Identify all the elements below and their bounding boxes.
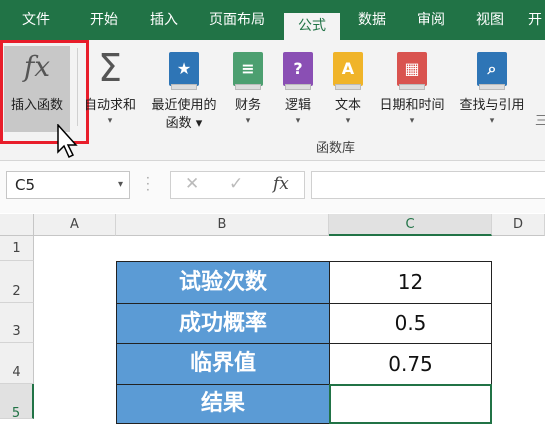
chevron-down-icon: ▾ bbox=[409, 116, 415, 126]
value-cell-trials[interactable]: 12 bbox=[329, 261, 492, 304]
logical-button[interactable]: ? 逻辑 ▾ bbox=[278, 46, 318, 126]
tab-formulas[interactable]: 公式 bbox=[284, 13, 340, 40]
formula-controls: ✕ ✓ fx bbox=[170, 171, 305, 199]
mouse-cursor-icon bbox=[57, 124, 78, 159]
coins-book-icon: ≡ bbox=[233, 52, 263, 90]
ribbon-tab-bar: 文件 开始 插入 页面布局 公式 数据 审阅 视图 开 bbox=[0, 0, 545, 40]
chevron-down-icon: ▾ bbox=[245, 116, 251, 126]
text-label: 文本 bbox=[334, 98, 361, 113]
function-library-group-label: 函数库 bbox=[316, 141, 356, 156]
question-book-icon: ? bbox=[283, 52, 313, 90]
tab-insert[interactable]: 插入 bbox=[134, 0, 194, 40]
tab-review[interactable]: 审阅 bbox=[403, 0, 459, 40]
label-cell-trials[interactable]: 试验次数 bbox=[116, 261, 330, 304]
row-header-4[interactable]: 4 bbox=[0, 343, 34, 384]
autosum-label: 自动求和 bbox=[83, 98, 136, 113]
autosum-button[interactable]: Σ 自动求和 ▾ bbox=[80, 46, 140, 126]
select-all-corner[interactable] bbox=[0, 214, 34, 236]
label-cell-criterion[interactable]: 临界值 bbox=[116, 343, 330, 385]
enter-icon[interactable]: ✓ bbox=[229, 174, 243, 194]
recent-label-1: 最近使用的 bbox=[151, 98, 217, 113]
ribbon-overflow-mark: 三 bbox=[535, 114, 545, 129]
row-header-1[interactable]: 1 bbox=[0, 236, 34, 261]
label-cell-probability[interactable]: 成功概率 bbox=[116, 303, 330, 344]
datetime-label: 日期和时间 bbox=[379, 98, 445, 113]
logical-label: 逻辑 bbox=[284, 98, 311, 113]
tab-view[interactable]: 视图 bbox=[462, 0, 518, 40]
value-cell-probability[interactable]: 0.5 bbox=[329, 303, 492, 344]
name-box[interactable]: C5 ▾ bbox=[6, 171, 130, 199]
financial-button[interactable]: ≡ 财务 ▾ bbox=[228, 46, 268, 126]
column-header-d[interactable]: D bbox=[492, 214, 545, 236]
magnifier-book-icon: ⌕ bbox=[477, 52, 507, 90]
chevron-down-icon[interactable]: ▾ bbox=[118, 172, 123, 198]
formula-bar: C5 ▾ · · · ✕ ✓ fx bbox=[0, 161, 545, 213]
tab-home[interactable]: 开始 bbox=[74, 0, 134, 40]
chevron-down-icon: ▾ bbox=[489, 116, 495, 126]
recently-used-button[interactable]: ★ 最近使用的 函数 ▾ bbox=[144, 46, 224, 131]
insert-function-icon[interactable]: fx bbox=[273, 174, 289, 194]
tab-page-layout[interactable]: 页面布局 bbox=[196, 0, 278, 40]
financial-label: 财务 bbox=[234, 98, 261, 113]
text-button[interactable]: A 文本 ▾ bbox=[328, 46, 368, 126]
chevron-down-icon: ▾ bbox=[107, 116, 113, 126]
value-cell-criterion[interactable]: 0.75 bbox=[329, 343, 492, 385]
row-header-5[interactable]: 5 bbox=[0, 384, 34, 421]
column-header-a[interactable]: A bbox=[34, 214, 116, 236]
column-header-b[interactable]: B bbox=[116, 214, 329, 236]
calendar-book-icon: ▦ bbox=[397, 52, 427, 90]
value-cell-result[interactable] bbox=[329, 384, 492, 424]
datetime-button[interactable]: ▦ 日期和时间 ▾ bbox=[372, 46, 452, 126]
tab-data[interactable]: 数据 bbox=[344, 0, 400, 40]
formula-input[interactable] bbox=[311, 171, 545, 199]
ribbon-separator bbox=[77, 48, 78, 126]
drag-handle-icon[interactable]: · · · bbox=[146, 172, 150, 196]
chevron-down-icon: ▾ bbox=[295, 116, 301, 126]
tab-developer[interactable]: 开 bbox=[520, 0, 545, 40]
label-cell-result[interactable]: 结果 bbox=[116, 384, 330, 424]
recent-label-2: 函数 ▾ bbox=[165, 116, 203, 131]
star-book-icon: ★ bbox=[169, 52, 199, 90]
name-box-value: C5 bbox=[15, 176, 36, 194]
column-header-c[interactable]: C bbox=[329, 214, 492, 236]
text-book-icon: A bbox=[333, 52, 363, 90]
lookup-button[interactable]: ⌕ 查找与引用 ▾ bbox=[452, 46, 532, 126]
sigma-icon: Σ bbox=[97, 46, 122, 90]
row-header-2[interactable]: 2 bbox=[0, 261, 34, 303]
tab-file[interactable]: 文件 bbox=[6, 0, 66, 40]
lookup-label: 查找与引用 bbox=[459, 98, 525, 113]
cancel-icon[interactable]: ✕ bbox=[185, 174, 199, 194]
row-header-3[interactable]: 3 bbox=[0, 303, 34, 343]
chevron-down-icon: ▾ bbox=[345, 116, 351, 126]
